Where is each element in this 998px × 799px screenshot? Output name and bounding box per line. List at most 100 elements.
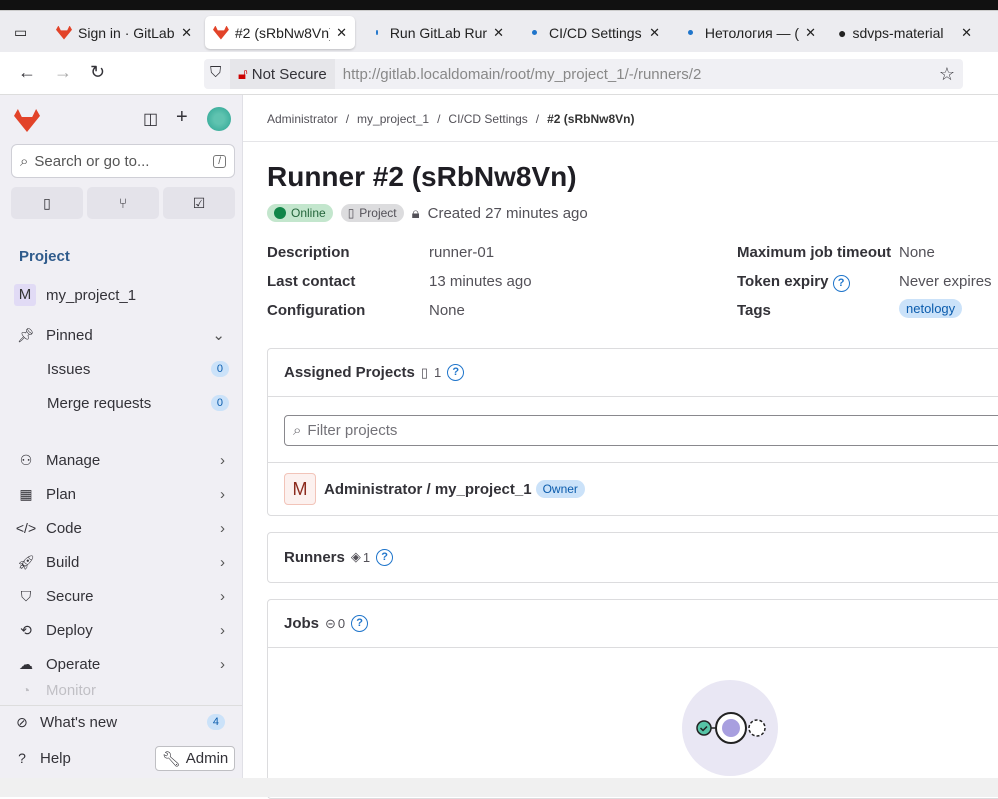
tab-cicd[interactable]: CI/CD Settings ✕ bbox=[518, 16, 668, 49]
sidebar-item-monitor[interactable]: ◔ Monitor bbox=[8, 682, 235, 700]
url-field[interactable]: ⛉ 🔓︎ Not Secure http://gitlab.localdomain… bbox=[204, 59, 963, 89]
reload-icon[interactable]: ↻ bbox=[90, 62, 105, 83]
sidebar-item-secure[interactable]: ⛉ Secure › bbox=[8, 580, 235, 612]
type-label: Project bbox=[359, 206, 397, 220]
count-badge: 0 bbox=[210, 395, 229, 411]
card-header: Jobs ⊝ 0? bbox=[268, 600, 998, 648]
item-label: Plan bbox=[46, 485, 77, 503]
dot-icon bbox=[688, 30, 693, 35]
tags-label: Tags bbox=[737, 302, 771, 319]
chevron-right-icon: › bbox=[220, 519, 225, 537]
close-icon[interactable]: ✕ bbox=[493, 25, 504, 41]
breadcrumb-item[interactable]: CI/CD Settings bbox=[448, 112, 527, 126]
item-label: Merge requests bbox=[47, 394, 152, 412]
close-icon[interactable]: ✕ bbox=[805, 25, 816, 41]
chevron-right-icon: › bbox=[220, 587, 225, 605]
label-text: Token expiry bbox=[737, 273, 829, 290]
breadcrumb-item[interactable]: my_project_1 bbox=[357, 112, 429, 126]
url-path: /root/my_project_1/-/runners/2 bbox=[500, 65, 702, 83]
status-strip bbox=[0, 778, 998, 797]
sidebar-item-operate[interactable]: ☁︎ Operate › bbox=[8, 648, 235, 680]
help-icon: ? bbox=[18, 750, 26, 766]
chevron-right-icon: › bbox=[220, 451, 225, 469]
tab-runner[interactable]: #2 (sRbNw8Vn) ✕ bbox=[205, 16, 355, 49]
project-row: M Administrator / my_project_1 Owner bbox=[284, 473, 585, 505]
sidebar-pinned[interactable]: 📌︎ Pinned ⌄ bbox=[8, 319, 235, 351]
admin-label: Admin bbox=[185, 750, 229, 767]
item-label: Code bbox=[46, 519, 82, 537]
sidebar-item-issues[interactable]: Issues 0 bbox=[8, 353, 235, 385]
github-icon: ● bbox=[838, 24, 847, 41]
pin-icon: 📌︎ bbox=[17, 326, 35, 343]
section-title: Project bbox=[19, 248, 70, 265]
token-expiry-value: Never expires bbox=[899, 273, 992, 290]
help-icon[interactable]: ? bbox=[351, 615, 369, 632]
sidebar-item-plan[interactable]: ▦ Plan › bbox=[8, 478, 235, 510]
tab-sign-in[interactable]: Sign in · GitLab ✕ bbox=[48, 16, 200, 49]
tab-github[interactable]: ● sdvps-materials ✕ bbox=[830, 16, 980, 49]
project-icon: ▯ bbox=[347, 206, 355, 220]
last-contact-value: 13 minutes ago bbox=[429, 273, 532, 290]
forward-icon[interactable]: → bbox=[54, 62, 72, 83]
project-link[interactable]: Administrator / my_project_1 bbox=[324, 481, 532, 498]
tab-netology[interactable]: Нетология — (✕ bbox=[674, 16, 824, 49]
merge-requests-button[interactable]: ⑂ bbox=[87, 187, 159, 219]
url-host: http://gitlab.localdomain bbox=[342, 65, 501, 83]
not-secure-indicator[interactable]: 🔓︎ Not Secure bbox=[230, 59, 335, 89]
issues-icon: ▯ bbox=[43, 194, 51, 211]
project-name: my_project_1 bbox=[46, 286, 137, 304]
issues-button[interactable]: ▯ bbox=[11, 187, 83, 219]
todo-button[interactable]: ☑ bbox=[163, 187, 235, 219]
window-top-bar bbox=[0, 0, 998, 10]
item-label: Deploy bbox=[46, 621, 93, 639]
card-title: Assigned Projects bbox=[284, 364, 415, 381]
wrench-icon: 🔧︎ bbox=[161, 750, 181, 768]
tab-run-gitlab[interactable]: Run GitLab Rur ✕ bbox=[362, 16, 512, 49]
close-icon[interactable]: ✕ bbox=[649, 25, 660, 41]
merge-request-icon: ⑂ bbox=[118, 195, 128, 211]
tab-label: Sign in · GitLab bbox=[78, 24, 175, 41]
jobs-card: Jobs ⊝ 0? bbox=[267, 599, 998, 799]
sidebar: ◫ + ⌕ Search or go to... / ▯ ⑂ ☑ Project … bbox=[0, 95, 243, 778]
sidebar-toggle-icon[interactable]: ◫ bbox=[143, 109, 158, 129]
help-icon[interactable]: ? bbox=[447, 364, 465, 381]
item-label: Build bbox=[46, 553, 80, 571]
gitlab-logo-icon[interactable] bbox=[14, 109, 40, 132]
help-icon[interactable]: ? bbox=[832, 275, 850, 292]
close-icon[interactable]: ✕ bbox=[336, 25, 347, 41]
role-badge: Owner bbox=[535, 480, 585, 498]
bookmark-star-icon[interactable]: ☆ bbox=[939, 64, 955, 85]
plus-icon[interactable]: + bbox=[176, 106, 188, 129]
shortcut-key: / bbox=[213, 154, 226, 168]
sidebar-item-manage[interactable]: ⚇ Manage › bbox=[8, 444, 235, 476]
back-icon[interactable]: ← bbox=[18, 62, 36, 83]
breadcrumb-current[interactable]: #2 (sRbNw8Vn) bbox=[547, 112, 634, 126]
search-placeholder: Search or go to... bbox=[34, 152, 150, 170]
status-label: Online bbox=[291, 206, 326, 220]
item-label: Secure bbox=[46, 587, 94, 605]
count: 1 bbox=[362, 549, 371, 565]
sidebar-item-deploy[interactable]: ⟲ Deploy › bbox=[8, 614, 235, 646]
layers-icon: ◈ bbox=[350, 549, 361, 564]
deploy-icon: ⟲ bbox=[20, 621, 32, 638]
close-icon[interactable]: ✕ bbox=[181, 25, 192, 41]
avatar[interactable] bbox=[207, 107, 231, 131]
sidebar-item-code[interactable]: </> Code › bbox=[8, 512, 235, 544]
sidebar-item-build[interactable]: 🚀︎ Build › bbox=[8, 546, 235, 578]
breadcrumb-item[interactable]: Administrator bbox=[267, 112, 338, 126]
admin-button[interactable]: 🔧︎ Admin bbox=[155, 746, 235, 771]
tag-badge[interactable]: netology bbox=[899, 299, 963, 318]
tab-overview-icon[interactable]: ▭ bbox=[6, 16, 42, 49]
search-input[interactable]: ⌕ Search or go to... / bbox=[11, 144, 235, 178]
sidebar-item-merge-requests[interactable]: Merge requests 0 bbox=[8, 387, 235, 419]
item-label: What's new bbox=[40, 713, 118, 731]
help-icon[interactable]: ? bbox=[376, 548, 394, 566]
card-title: Runners bbox=[284, 548, 345, 566]
tab-label: Run GitLab Rur bbox=[389, 24, 488, 41]
count-badge: 0 bbox=[210, 361, 229, 377]
filter-projects-input[interactable]: ⌕ Filter projects bbox=[284, 415, 998, 446]
sidebar-project[interactable]: Mmy_project_1 bbox=[8, 279, 235, 311]
close-icon[interactable]: ✕ bbox=[961, 25, 972, 41]
configuration-value: None bbox=[429, 302, 465, 319]
whats-new-button[interactable]: ⊘ What's new 4 bbox=[4, 706, 231, 738]
